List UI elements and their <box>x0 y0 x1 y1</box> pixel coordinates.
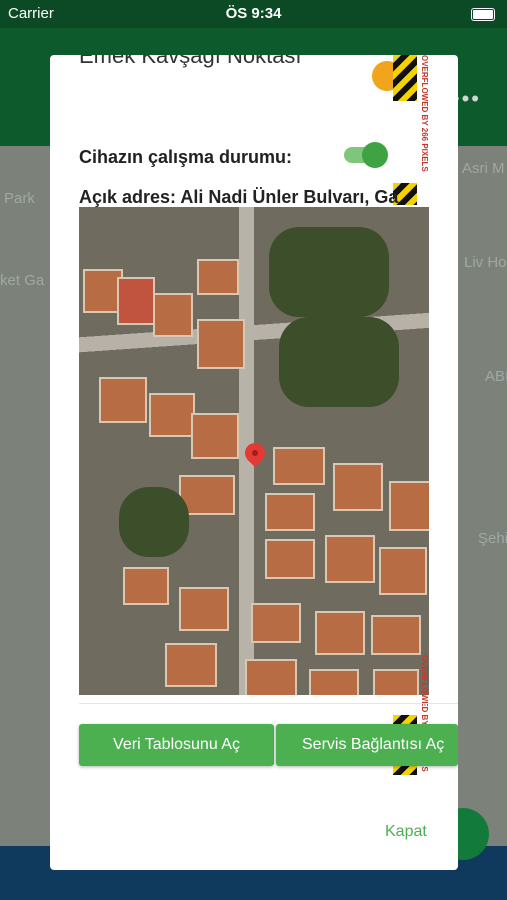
overflow-stripe <box>393 55 417 101</box>
building <box>123 567 169 605</box>
building <box>273 447 325 485</box>
map-label: ket Ga <box>0 272 45 289</box>
building <box>265 539 315 579</box>
building <box>371 615 421 655</box>
building <box>251 603 301 643</box>
satellite-map-image[interactable] <box>79 207 429 695</box>
map-label: Şehit <box>478 530 507 547</box>
building <box>153 293 193 337</box>
map-label: Park <box>4 190 35 207</box>
toggle-knob <box>362 142 388 168</box>
dialog-title: Emek Kavşağı Noktası <box>79 55 302 68</box>
building <box>315 611 365 655</box>
open-service-connection-button[interactable]: Servis Bağlantısı Aç <box>276 724 458 766</box>
building <box>245 659 297 695</box>
building <box>309 669 359 695</box>
device-status-label: Cihazın çalışma durumu: <box>79 147 293 167</box>
battery-icon <box>471 8 495 21</box>
map-label: Asri M <box>462 160 505 177</box>
close-button[interactable]: Kapat <box>385 823 427 841</box>
building <box>197 259 239 295</box>
park-trees <box>269 227 389 317</box>
map-label: Liv Ho <box>464 254 507 271</box>
building <box>165 643 217 687</box>
building <box>379 547 427 595</box>
building <box>265 493 315 531</box>
park-trees <box>119 487 189 557</box>
building <box>197 319 245 369</box>
location-pin-icon[interactable] <box>240 438 270 468</box>
building <box>99 377 147 423</box>
device-detail-dialog: Emek Kavşağı Noktası OVERFLOWED BY 266 P… <box>50 55 458 870</box>
divider <box>79 703 458 704</box>
building <box>333 463 383 511</box>
time-label: ÖS 9:34 <box>225 5 282 22</box>
building <box>325 535 375 583</box>
map-label: ABI <box>485 368 507 385</box>
address-label: Açık adres: Ali Nadi Ünler Bulvarı, Ga <box>79 187 399 207</box>
building <box>149 393 195 437</box>
building <box>179 587 229 631</box>
open-data-table-button[interactable]: Veri Tablosunu Aç <box>79 724 274 766</box>
building <box>117 277 155 325</box>
building <box>191 413 239 459</box>
building <box>373 669 419 695</box>
park-trees <box>279 317 399 407</box>
device-status-toggle[interactable] <box>344 142 388 168</box>
building <box>389 481 429 531</box>
status-bar: Carrier ÖS 9:34 <box>0 0 507 28</box>
